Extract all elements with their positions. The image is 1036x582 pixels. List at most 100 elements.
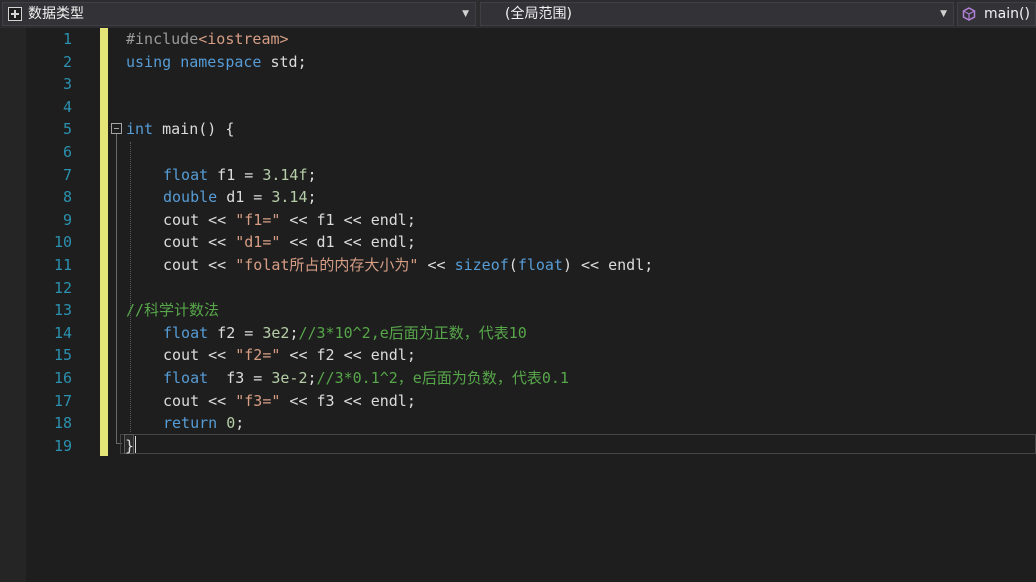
member-name: main() <box>984 6 1030 22</box>
method-cube-icon <box>962 7 976 21</box>
line-number: 5 <box>62 120 72 139</box>
type-keyword: float <box>517 256 563 274</box>
string-literal: "d1=" <box>235 233 281 252</box>
comment: //3*10^2,e后面为正数，代表10 <box>298 323 527 342</box>
number-literal: 3.14 <box>271 188 308 207</box>
project-icon <box>8 7 22 21</box>
string-literal: "folat所占的内存大小为" <box>235 256 419 274</box>
code-text: ( <box>508 256 518 274</box>
code-line-2[interactable]: using namespace std; <box>126 51 307 73</box>
scope-dropdown[interactable]: (全局范围) ▼ <box>480 2 954 26</box>
code-text: cout << <box>163 233 236 252</box>
indent-guide <box>130 142 131 432</box>
string-literal: "f3=" <box>235 391 281 410</box>
code-text: ; <box>307 188 317 207</box>
member-dropdown[interactable]: main() <box>957 2 1036 26</box>
keyword: return <box>163 414 218 433</box>
code-text: ; <box>307 369 317 387</box>
number-literal: 3.14f <box>262 165 308 184</box>
line-number: 9 <box>62 210 72 229</box>
code-text: << d1 << endl; <box>280 233 416 252</box>
type-keyword: double <box>163 188 218 207</box>
code-text: std; <box>261 52 307 71</box>
number-literal: 3e-2 <box>271 369 308 387</box>
line-number: 8 <box>62 188 72 207</box>
line-number-gutter[interactable]: 1 2 3 4 5 6 7 8 9 10 11 12 13 14 15 16 1… <box>26 28 101 582</box>
comment: //科学计数法 <box>126 301 220 320</box>
code-text: cout << <box>163 391 236 410</box>
line-number: 10 <box>53 233 72 252</box>
line-number: 7 <box>62 165 72 184</box>
code-line-16[interactable]: float f3 = 3e-2;//3*0.1^2，e后面为负数，代表0.1 <box>163 367 569 389</box>
line-number: 14 <box>53 323 72 342</box>
line-number: 6 <box>62 143 72 161</box>
editor-margin-strip <box>0 28 26 582</box>
line-number: 4 <box>62 97 72 116</box>
line-number: 3 <box>62 75 72 94</box>
code-text: << <box>418 256 455 274</box>
type-keyword: float <box>163 165 209 184</box>
line-number: 15 <box>53 346 72 365</box>
chevron-down-icon[interactable]: ▼ <box>462 3 469 25</box>
code-line-14[interactable]: float f2 = 3e2;//3*10^2,e后面为正数，代表10 <box>163 322 527 344</box>
line-number: 16 <box>53 369 72 387</box>
type-keyword: float <box>163 323 209 342</box>
code-line-11[interactable]: cout << "folat所占的内存大小为" << sizeof(float)… <box>163 254 653 276</box>
code-line-8[interactable]: double d1 = 3.14; <box>163 186 317 208</box>
project-name: 数据类型 <box>28 6 84 22</box>
code-line-1[interactable]: #include<iostream> <box>126 28 289 50</box>
code-line-18[interactable]: return 0; <box>163 412 244 434</box>
code-text: f1 = <box>208 165 263 184</box>
string-literal: "f2=" <box>235 346 281 365</box>
include-header: <iostream> <box>198 30 289 48</box>
line-number: 12 <box>53 278 72 297</box>
outline-line <box>116 134 117 444</box>
code-line-15[interactable]: cout << "f2=" << f2 << endl; <box>163 344 416 366</box>
code-text: ) << endl; <box>562 256 654 274</box>
line-number: 13 <box>53 301 72 320</box>
code-text: d1 = <box>217 188 272 207</box>
number-literal: 3e2 <box>262 323 290 342</box>
scope-name: (全局范围) <box>505 6 572 22</box>
keyword: using <box>126 52 172 71</box>
code-text: f3 = <box>208 369 272 387</box>
code-text: << f3 << endl; <box>280 391 416 410</box>
code-line-10[interactable]: cout << "d1=" << d1 << endl; <box>163 231 416 253</box>
navigation-bar: 数据类型 ▼ (全局范围) ▼ main() <box>0 0 1036 28</box>
code-line-17[interactable]: cout << "f3=" << f3 << endl; <box>163 390 416 412</box>
code-line-19[interactable]: } <box>125 435 134 457</box>
code-text: << f2 << endl; <box>280 346 416 365</box>
preprocessor-directive: #include <box>126 30 199 48</box>
code-text: cout << <box>163 210 236 229</box>
code-text: main() { <box>153 120 235 139</box>
project-dropdown[interactable]: 数据类型 ▼ <box>2 2 476 26</box>
text-caret <box>135 436 136 453</box>
current-line-highlight <box>120 434 1036 454</box>
comment: //3*0.1^2，e后面为负数，代表0.1 <box>316 369 569 387</box>
keyword: namespace <box>180 52 262 71</box>
line-number: 19 <box>53 436 72 455</box>
string-literal: "f1=" <box>235 210 281 229</box>
collapse-icon[interactable] <box>111 123 122 134</box>
type-keyword: float <box>163 369 209 387</box>
closing-brace: } <box>125 436 135 455</box>
code-text: ; <box>235 414 245 433</box>
chevron-down-icon[interactable]: ▼ <box>940 3 947 25</box>
change-tracking-bar <box>100 28 108 456</box>
keyword: int <box>126 120 154 139</box>
line-number: 17 <box>53 391 72 410</box>
code-line-5[interactable]: int main() { <box>126 118 234 140</box>
code-text: cout << <box>163 346 236 365</box>
code-text: << f1 << endl; <box>280 210 416 229</box>
code-line-9[interactable]: cout << "f1=" << f1 << endl; <box>163 209 416 231</box>
code-text: ; <box>307 165 317 184</box>
keyword: sizeof <box>454 256 509 274</box>
number-literal: 0 <box>226 414 236 433</box>
line-number: 1 <box>62 30 72 48</box>
line-number: 2 <box>62 52 72 71</box>
code-text: f2 = <box>208 323 263 342</box>
code-line-13[interactable]: //科学计数法 <box>126 299 219 321</box>
code-line-7[interactable]: float f1 = 3.14f; <box>163 164 317 186</box>
line-number: 11 <box>53 256 72 274</box>
